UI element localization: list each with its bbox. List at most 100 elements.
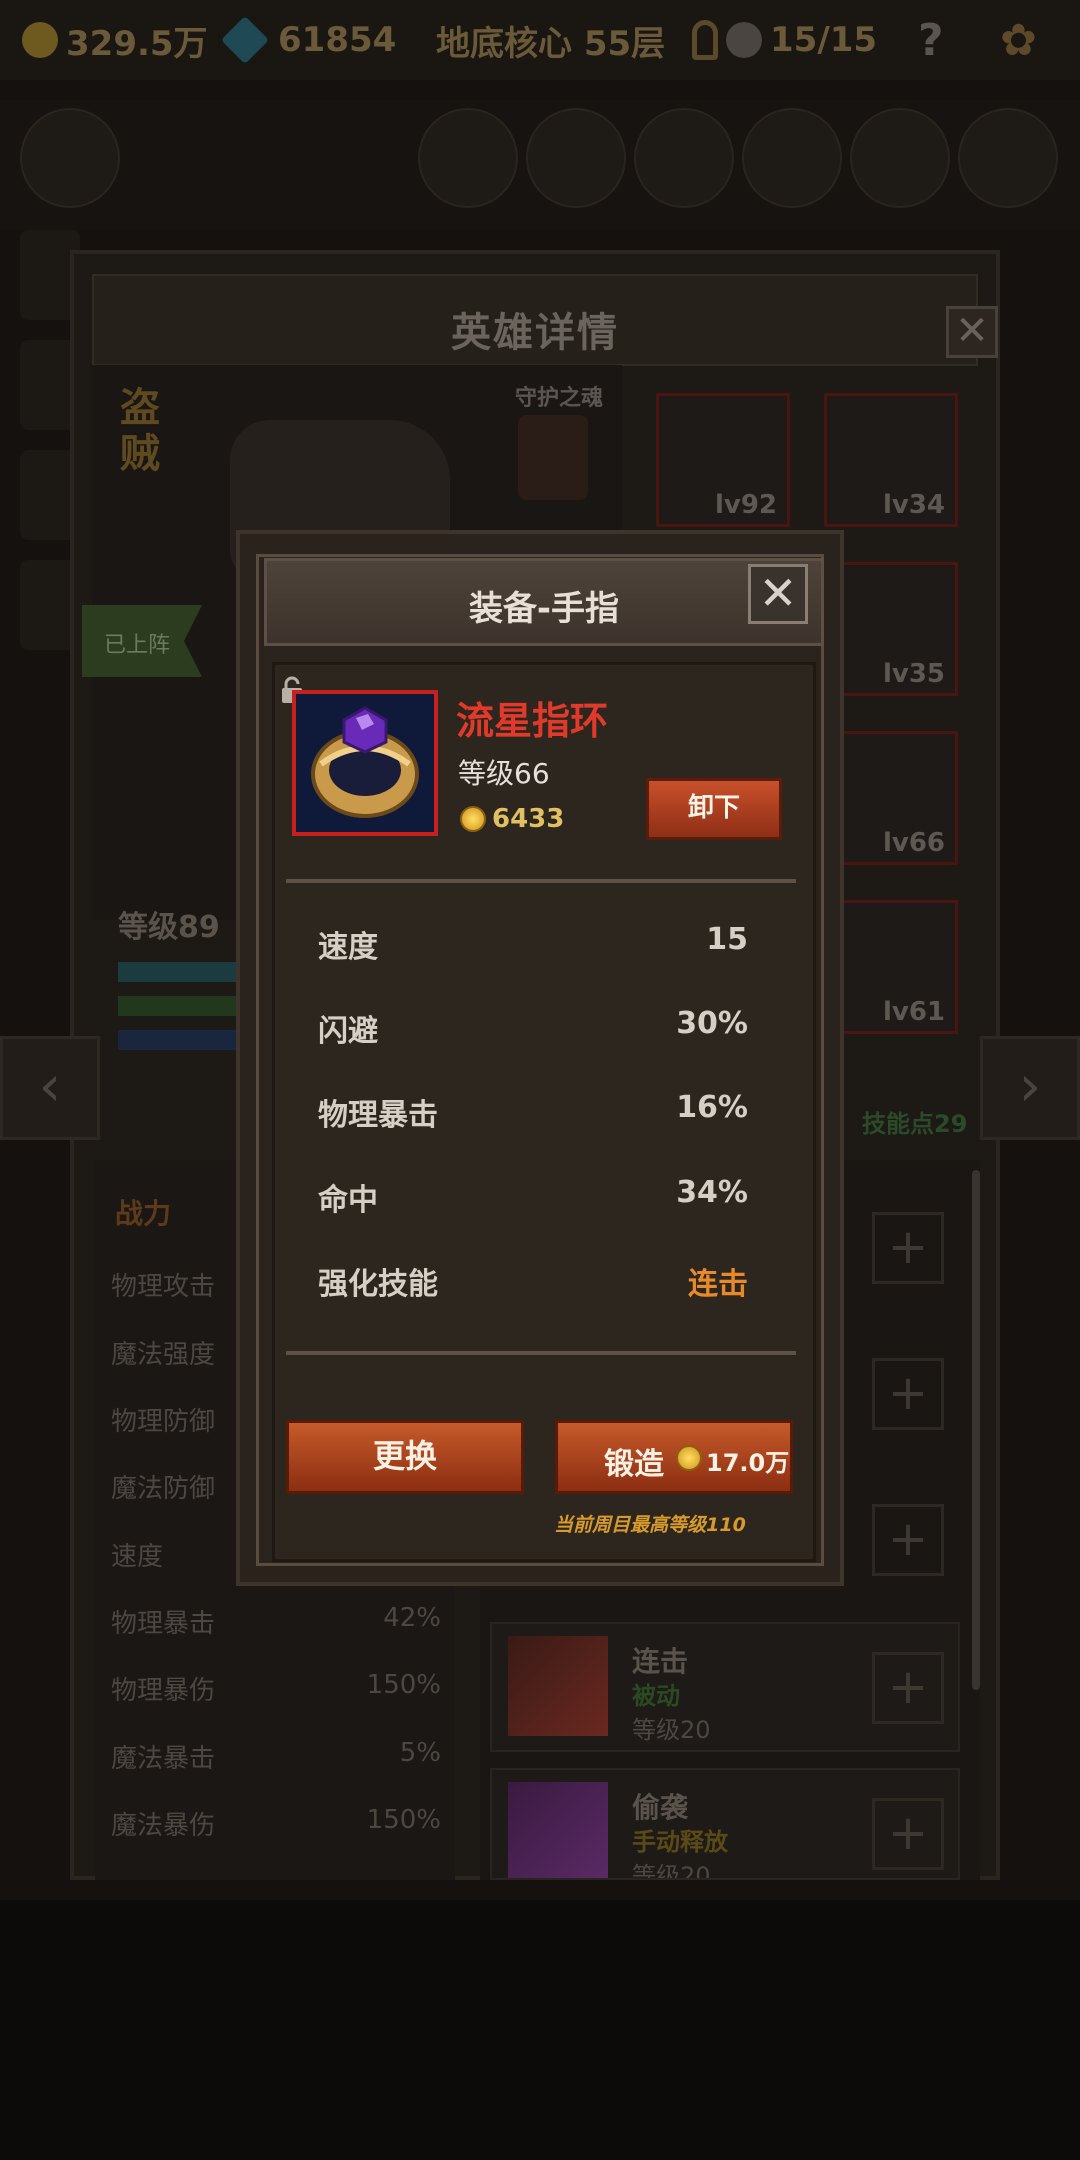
divider [286, 1351, 796, 1355]
top-resource-bar: 329.5万 61854 地底核心 55层 15/15 ? ✿ [0, 0, 1080, 80]
attribute-value: 30% [676, 1006, 748, 1041]
attribute-name: 命中 [318, 1183, 378, 1218]
forge-label: 锻造 [604, 1447, 664, 1482]
plus-icon: + [887, 1805, 929, 1861]
popup-close-button[interactable]: ✕ [748, 564, 808, 624]
skill-name: 偷袭 [632, 1791, 689, 1824]
power-label: 战力 [115, 1197, 172, 1230]
menu-icon[interactable] [526, 108, 626, 208]
forge-cost: 17.0万 [706, 1449, 790, 1477]
hero-detail-title: 英雄详情 [451, 310, 619, 356]
ring-icon [296, 694, 434, 832]
attribute-name: 速度 [318, 930, 378, 965]
attribute-row: 闪避 30% [318, 1006, 748, 1049]
coin-icon [460, 806, 486, 832]
party-avatar[interactable] [20, 108, 120, 208]
stat-value: 5% [399, 1738, 441, 1768]
help-icon: ? [918, 14, 944, 66]
replace-button[interactable]: 更换 [286, 1420, 524, 1494]
hp-bar [118, 962, 238, 982]
skill-level: 等级20 [632, 1862, 711, 1880]
stat-row: 魔法暴伤 150% [111, 1805, 441, 1842]
gear-icon: ✿ [1000, 14, 1037, 66]
popup-title: 装备-手指 [468, 589, 620, 629]
stat-name: 物理攻击 [111, 1272, 216, 1302]
attribute-row: 命中 34% [318, 1175, 748, 1218]
attribute-value: 连击 [688, 1267, 748, 1302]
key-icon [692, 20, 718, 60]
chevron-left-icon: ‹ [38, 1054, 62, 1119]
attribute-value: 15 [706, 922, 748, 957]
attribute-row: 物理暴击 16% [318, 1090, 748, 1133]
skill-points: 技能点29 [862, 1110, 968, 1138]
equip-slot-shield[interactable]: lv61 [824, 900, 958, 1034]
menu-icon[interactable] [850, 108, 950, 208]
skill-name: 连击 [632, 1645, 689, 1678]
menu-icon[interactable] [634, 108, 734, 208]
item-level: 等级66 [458, 757, 550, 790]
menu-icon[interactable] [418, 108, 518, 208]
stat-name: 物理暴伤 [111, 1676, 216, 1706]
skill-type: 被动 [632, 1682, 680, 1710]
stat-name: 速度 [111, 1542, 164, 1572]
stat-row: 物理暴击 42% [111, 1603, 441, 1640]
equip-level: lv34 [882, 490, 945, 520]
skill-upgrade-button[interactable]: + [872, 1504, 944, 1576]
equip-level: lv92 [714, 490, 777, 520]
gem-amount: 61854 [278, 20, 397, 60]
gem-counter: 61854 [220, 15, 397, 65]
stat-name: 物理暴击 [111, 1609, 216, 1639]
divider [286, 879, 796, 883]
attribute-value: 34% [676, 1175, 748, 1210]
skill-upgrade-button[interactable]: + [872, 1358, 944, 1430]
forge-button[interactable]: 锻造 17.0万 [555, 1420, 793, 1494]
stamina-amount: 15/15 [770, 20, 878, 60]
stat-row: 魔法暴击 5% [111, 1738, 441, 1775]
skill-upgrade-button[interactable]: + [872, 1652, 944, 1724]
settings-button[interactable]: ✿ [1000, 14, 1037, 66]
stat-name: 物理防御 [111, 1407, 216, 1437]
menu-icon[interactable] [742, 108, 842, 208]
equip-slot-finger[interactable]: lv66 [824, 731, 958, 865]
equip-slot-weapon[interactable]: lv92 [656, 393, 790, 527]
mana-bar [118, 1030, 238, 1050]
stat-name: 魔法暴击 [111, 1744, 216, 1774]
skill-upgrade-button[interactable]: + [872, 1798, 944, 1870]
ambush-skill-icon [508, 1782, 608, 1878]
equip-level: lv66 [882, 828, 945, 858]
floor-indicator: 地底核心 55层 [436, 16, 665, 64]
equip-level: lv61 [882, 997, 945, 1027]
hero-detail-close-button[interactable]: ✕ [946, 306, 998, 358]
hero-class-name: 盗贼 [120, 385, 160, 477]
stat-name: 魔法强度 [111, 1340, 216, 1370]
menu-icon[interactable] [958, 108, 1058, 208]
gem-icon [220, 15, 270, 65]
replace-label: 更换 [372, 1437, 437, 1475]
next-hero-button[interactable]: › [980, 1036, 1080, 1140]
attribute-name: 强化技能 [318, 1267, 438, 1302]
gold-amount: 329.5万 [66, 23, 208, 64]
equip-level: lv35 [882, 659, 945, 689]
plus-icon: + [887, 1511, 929, 1567]
floor-text: 地底核心 55层 [436, 23, 666, 64]
stat-row: 物理暴伤 150% [111, 1670, 441, 1707]
equip-slot-neck[interactable]: lv34 [824, 393, 958, 527]
attribute-name: 闪避 [318, 1014, 378, 1049]
plus-icon: + [887, 1659, 929, 1715]
skill-upgrade-button[interactable]: + [872, 1212, 944, 1284]
help-button[interactable]: ? [918, 14, 944, 66]
equip-slot-armor[interactable]: lv35 [824, 562, 958, 696]
stat-value: 42% [383, 1603, 441, 1633]
hero-level: 等级89 [118, 910, 220, 945]
deployed-label: 已上阵 [104, 633, 171, 658]
deployed-badge: 已上阵 [82, 605, 202, 677]
item-icon-frame[interactable] [292, 690, 438, 836]
unequip-button[interactable]: 卸下 [646, 778, 782, 840]
skill-type: 手动释放 [632, 1828, 728, 1856]
skills-scrollbar[interactable] [972, 1170, 980, 1690]
prev-hero-button[interactable]: ‹ [0, 1036, 100, 1140]
plus-icon: + [887, 1365, 929, 1421]
guard-soul-icon[interactable] [518, 415, 588, 500]
coin-icon [676, 1445, 702, 1471]
stat-value: 150% [366, 1805, 441, 1835]
